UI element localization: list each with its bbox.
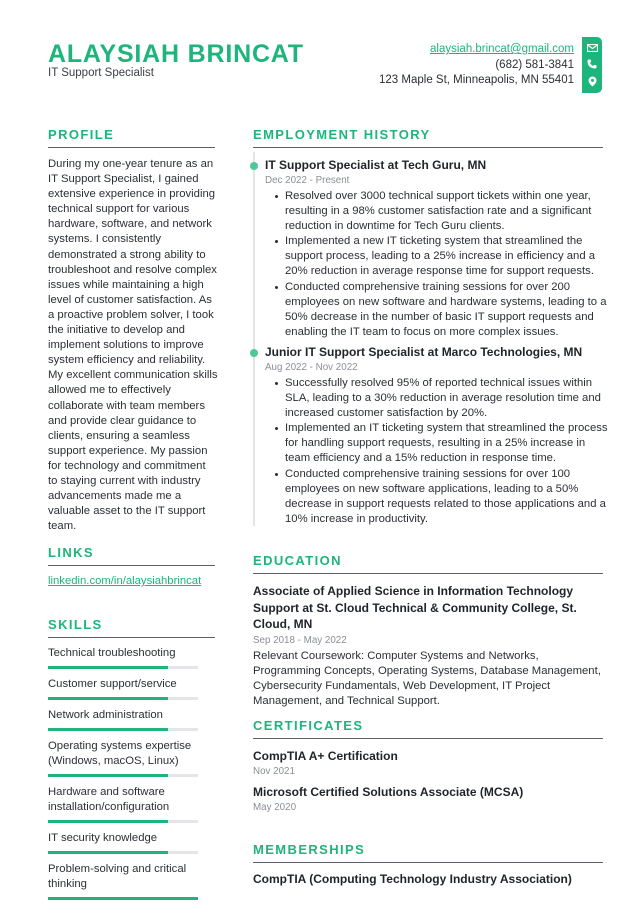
skill-level-bar [48,897,198,900]
degree-title: Associate of Applied Science in Informat… [253,584,577,631]
skill-level-fill [48,820,168,823]
skill-item: Operating systems expertise (Windows, ma… [48,739,200,777]
skill-level-fill [48,851,168,854]
skill-item: Problem-solving and critical thinking [48,862,200,900]
timeline-dot-icon [250,162,258,170]
skill-level-bar [48,697,198,700]
skills-list: Technical troubleshooting Customer suppo… [48,646,200,908]
phone-icon [587,59,597,69]
skill-level-fill [48,666,168,669]
job-bullet: Resolved over 3000 technical support tic… [275,189,613,234]
skill-level-bar [48,728,198,731]
skill-label: IT security knowledge [48,832,158,844]
education-heading: EDUCATION [253,553,603,574]
contact-block: alaysiah.brincat@gmail.com (682) 581-384… [379,42,574,89]
links-heading: LINKS [48,545,215,566]
skill-level-fill [48,774,168,777]
education-date: Sep 2018 - May 2022 [253,634,347,646]
skill-level-fill [48,897,198,900]
skill-label: Technical troubleshooting [48,647,176,659]
memberships-heading: MEMBERSHIPS [253,842,603,863]
job-bullet: Conducted comprehensive training session… [275,467,613,527]
education-coursework: Relevant Coursework: Computer Systems an… [253,649,601,707]
job-title: IT Support Specialist at Tech Guru, MN [265,158,487,172]
contact-icon-strip [582,37,602,93]
job-title: Junior IT Support Specialist at Marco Te… [265,345,583,359]
job-bullet: Conducted comprehensive training session… [275,280,613,340]
certificates-heading: CERTIFICATES [253,718,603,739]
employment-heading: EMPLOYMENT HISTORY [253,127,603,148]
job-date: Aug 2022 - Nov 2022 [265,362,358,373]
job-bullets: Resolved over 3000 technical support tic… [275,189,613,340]
timeline-dot-icon [250,349,258,357]
resume-page: ALAYSIAH BRINCAT IT Support Specialist a… [0,0,640,905]
phone-number: (682) 581-3841 [495,58,574,71]
skill-level-bar [48,666,198,669]
skill-label: Problem-solving and critical thinking [48,863,187,890]
candidate-title: IT Support Specialist [48,67,154,79]
job-bullets: Successfully resolved 95% of reported te… [275,376,613,527]
envelope-icon [586,43,598,52]
candidate-name: ALAYSIAH BRINCAT [48,40,304,68]
profile-summary: During my one-year tenure as an IT Suppo… [48,158,218,533]
map-pin-icon [588,76,597,87]
skill-level-fill [48,697,168,700]
skills-heading: SKILLS [48,617,215,638]
skill-item: Hardware and software installation/confi… [48,785,200,823]
job-entry: IT Support Specialist at Tech Guru, MN D… [250,157,613,340]
linkedin-link[interactable]: linkedin.com/in/alaysiahbrincat [48,575,201,587]
skill-level-bar [48,851,198,854]
skill-item: Customer support/service [48,677,200,700]
skill-level-bar [48,820,198,823]
skill-level-fill [48,728,168,731]
job-date: Dec 2022 - Present [265,175,350,186]
certificate-title: CompTIA A+ Certification [253,749,398,763]
profile-heading: PROFILE [48,127,215,148]
job-bullet: Implemented an IT ticketing system that … [275,421,613,466]
skill-label: Hardware and software installation/confi… [48,786,170,813]
skill-item: Network administration [48,708,200,731]
certificate-date: Nov 2021 [253,766,295,777]
job-bullet: Successfully resolved 95% of reported te… [275,376,613,421]
education-entry: Associate of Applied Science in Informat… [253,583,608,709]
address: 123 Maple St, Minneapolis, MN 55401 [379,74,574,86]
skill-item: Technical troubleshooting [48,646,200,669]
certificate-entry: CompTIA A+ Certification Nov 2021 [253,748,608,779]
skill-label: Operating systems expertise (Windows, ma… [48,740,192,767]
skill-label: Customer support/service [48,678,177,690]
certificate-title: Microsoft Certified Solutions Associate … [253,785,524,799]
certificate-date: May 2020 [253,802,297,813]
skill-item: IT security knowledge [48,831,200,854]
skill-level-bar [48,774,198,777]
membership-item: CompTIA (Computing Technology Industry A… [253,872,572,886]
email-link[interactable]: alaysiah.brincat@gmail.com [430,43,574,55]
job-entry: Junior IT Support Specialist at Marco Te… [250,344,613,527]
certificate-entry: Microsoft Certified Solutions Associate … [253,784,608,815]
skill-label: Network administration [48,709,163,721]
job-bullet: Implemented a new IT ticketing system th… [275,234,613,279]
